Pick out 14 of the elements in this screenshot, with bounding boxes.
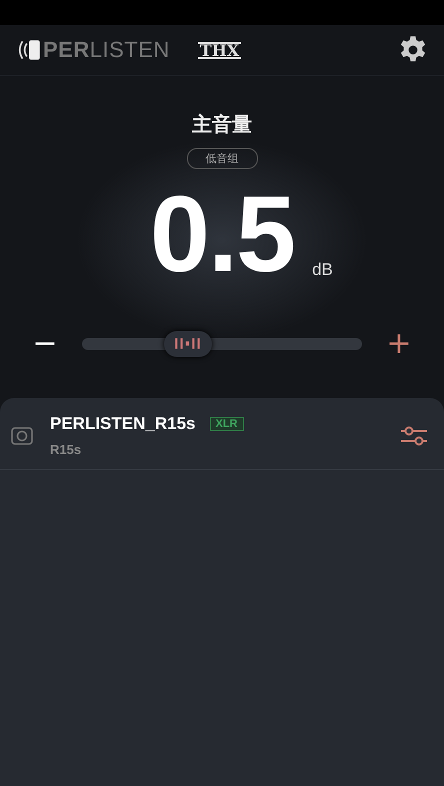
volume-slider[interactable] xyxy=(82,330,362,358)
device-model: R15s xyxy=(50,442,82,457)
connection-tag: XLR xyxy=(210,417,244,431)
device-name: PERLISTEN_R15s xyxy=(50,414,196,434)
volume-unit: dB xyxy=(312,260,333,280)
increase-button[interactable]: + xyxy=(382,326,416,361)
decrease-button[interactable]: − xyxy=(28,326,62,361)
volume-title: 主音量 xyxy=(192,112,252,138)
certification-logo: THX xyxy=(198,42,242,58)
sliders-icon[interactable] xyxy=(400,424,428,448)
group-button[interactable]: 低音组 xyxy=(186,148,258,169)
volume-value: 0.5 xyxy=(150,173,294,294)
brand-logo: PERLISTEN xyxy=(43,37,170,63)
slider-thumb[interactable] xyxy=(164,330,212,356)
